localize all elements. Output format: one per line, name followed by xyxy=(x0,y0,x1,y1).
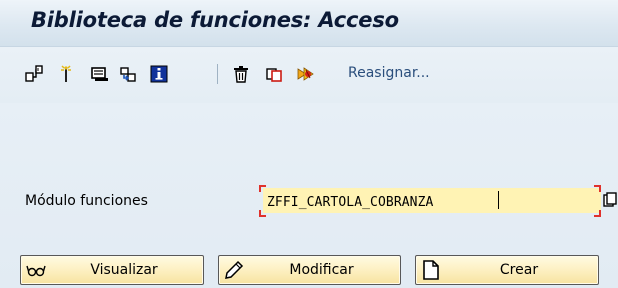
title-bar: Biblioteca de funciones: Acceso xyxy=(0,0,618,47)
value-help-icon[interactable] xyxy=(603,192,617,210)
required-marker-top-right xyxy=(594,185,601,192)
where-used-icon[interactable] xyxy=(90,64,110,84)
pencil-icon xyxy=(223,259,245,281)
rename-icon[interactable] xyxy=(264,64,284,84)
create-button[interactable]: Crear xyxy=(415,255,599,285)
window-title: Biblioteca de funciones: Acceso xyxy=(31,8,399,32)
required-marker-bottom-right xyxy=(594,210,601,217)
new-document-icon xyxy=(420,259,442,281)
copy-icon[interactable] xyxy=(118,64,138,84)
required-marker-bottom-left xyxy=(259,210,266,217)
toolbar-separator xyxy=(217,64,218,84)
text-cursor xyxy=(498,191,499,209)
check-icon[interactable] xyxy=(56,64,76,84)
info-icon[interactable] xyxy=(149,64,169,84)
function-module-label: Módulo funciones xyxy=(25,193,148,209)
delete-icon[interactable] xyxy=(231,64,251,84)
change-button[interactable]: Modificar xyxy=(218,255,401,285)
create-button-label: Crear xyxy=(499,262,539,278)
display-button-label: Visualizar xyxy=(90,262,158,278)
display-button[interactable]: Visualizar xyxy=(20,255,204,285)
reassign-button[interactable]: Reasignar... xyxy=(348,65,430,81)
required-marker-top-left xyxy=(259,185,266,192)
other-object-icon[interactable] xyxy=(24,64,44,84)
glasses-icon xyxy=(25,259,47,281)
change-button-label: Modificar xyxy=(289,262,354,278)
test-icon[interactable] xyxy=(296,64,316,84)
function-module-input[interactable] xyxy=(263,188,601,213)
